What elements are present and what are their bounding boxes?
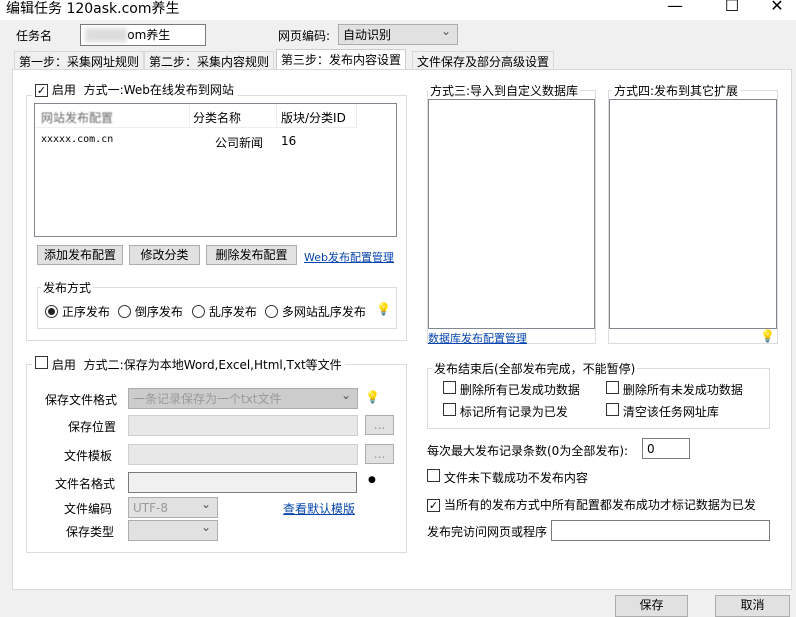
- method2-title: 方式二:保存为本地Word,Excel,Html,Txt等文件: [83, 358, 342, 372]
- method2-header: 启用 方式二:保存为本地Word,Excel,Html,Txt等文件: [32, 356, 345, 373]
- filename-input[interactable]: [128, 472, 357, 493]
- max-records-label: 每次最大发布记录条数(0为全部发布):: [427, 444, 629, 458]
- format-select[interactable]: 一条记录保存为一个txt文件: [128, 386, 358, 409]
- browse-location-button[interactable]: ...: [365, 415, 394, 435]
- method2-enable-checkbox[interactable]: [35, 356, 48, 369]
- tab-step3[interactable]: 第三步：发布内容设置: [276, 49, 407, 70]
- tab-step2[interactable]: 第二步：采集内容规则: [144, 51, 275, 70]
- encoding-label: 网页编码:: [278, 29, 331, 43]
- save-type-label: 保存类型: [66, 525, 115, 539]
- radio-reverse[interactable]: 倒序发布: [118, 303, 183, 320]
- visit-after-input[interactable]: [551, 520, 770, 541]
- encoding-select[interactable]: 自动识别: [338, 22, 458, 45]
- maximize-button[interactable]: ☐: [717, 0, 747, 16]
- delete-failed-option[interactable]: 删除所有未发成功数据: [606, 381, 743, 398]
- checkbox[interactable]: ✓: [427, 499, 440, 512]
- publish-config-list[interactable]: 网站发布配置 分类名称 版块/分类ID xxxxx.com.cn 公司新闻 16: [34, 103, 397, 237]
- radio-label: 多网站乱序发布: [281, 305, 366, 319]
- save-type-select[interactable]: [128, 518, 218, 541]
- radio-button[interactable]: [45, 305, 58, 318]
- save-button[interactable]: 保存: [615, 595, 688, 617]
- delete-config-button[interactable]: 删除发布配置: [206, 245, 297, 265]
- option-label: 标记所有记录为已发: [459, 405, 568, 419]
- option-label: 清空该任务网址库: [622, 405, 719, 419]
- format-label: 保存文件格式: [45, 393, 118, 407]
- option-label: 删除所有未发成功数据: [622, 383, 743, 397]
- help-icon[interactable]: 💡: [760, 329, 775, 343]
- tab-file-save[interactable]: 文件保存及部分高级设置: [412, 51, 555, 70]
- help-icon[interactable]: 💡: [376, 302, 391, 316]
- help-icon[interactable]: 💡: [365, 390, 380, 404]
- checkbox[interactable]: [606, 403, 619, 416]
- database-config-list[interactable]: [428, 99, 595, 329]
- id-cell: 16: [281, 134, 297, 148]
- no-publish-if-download-fail[interactable]: 文件未下载成功不发布内容: [427, 469, 588, 486]
- checkbox[interactable]: [606, 381, 619, 394]
- table-row[interactable]: xxxxx.com.cn 公司新闻 16: [35, 130, 357, 152]
- extension-list[interactable]: [609, 99, 777, 329]
- publish-mode-title: 发布方式: [41, 279, 94, 296]
- task-name-value: om养生: [127, 28, 171, 42]
- mark-when-all-success[interactable]: ✓ 当所有的发布方式中所有配置都发布成功才标记数据为已发: [427, 496, 756, 513]
- close-button[interactable]: ✕: [762, 0, 792, 16]
- radio-label: 倒序发布: [134, 305, 183, 319]
- checkbox[interactable]: [443, 381, 456, 394]
- column-header-site[interactable]: 网站发布配置: [41, 109, 113, 126]
- after-publish-title: 发布结束后(全部发布完成，不能暂停): [432, 360, 638, 377]
- window-title: 编辑任务 120ask.com养生: [6, 1, 180, 17]
- file-encoding-select[interactable]: UTF-8: [128, 495, 218, 518]
- mark-all-sent-option[interactable]: 标记所有记录为已发: [443, 403, 568, 420]
- method3-title: 方式三:导入到自定义数据库: [428, 82, 581, 99]
- radio-button[interactable]: [265, 305, 278, 318]
- option-label: 文件未下载成功不发布内容: [443, 471, 588, 485]
- radio-random[interactable]: 乱序发布: [192, 303, 257, 320]
- task-name-input[interactable]: xxxxxxom养生: [80, 24, 206, 46]
- radio-button[interactable]: [118, 305, 131, 318]
- title-bar: 编辑任务 120ask.com养生 — ☐ ✕: [0, 0, 796, 20]
- method1-title: 方式一:Web在线发布到网站: [83, 83, 234, 97]
- filename-label: 文件名格式: [55, 477, 116, 491]
- method2-enable-label: 启用: [51, 358, 76, 372]
- add-config-button[interactable]: 添加发布配置: [37, 245, 123, 265]
- column-header-id[interactable]: 版块/分类ID: [281, 109, 346, 126]
- cancel-button[interactable]: 取消: [715, 595, 790, 617]
- file-encoding-label: 文件编码: [64, 502, 113, 516]
- option-label: 删除所有已发成功数据: [459, 383, 580, 397]
- database-config-manage-link[interactable]: 数据库发布配置管理: [428, 330, 527, 346]
- radio-button[interactable]: [192, 305, 205, 318]
- visit-after-label: 发布完访问网页或程序: [427, 525, 548, 539]
- list-header: 网站发布配置 分类名称 版块/分类ID: [35, 104, 357, 128]
- web-config-manage-link[interactable]: Web发布配置管理: [304, 249, 394, 265]
- option-label: 当所有的发布方式中所有配置都发布成功才标记数据为已发: [443, 498, 756, 512]
- default-template-link[interactable]: 查看默认模版: [283, 500, 355, 517]
- clear-url-db-option[interactable]: 清空该任务网址库: [606, 403, 719, 420]
- radio-multisite-random[interactable]: 多网站乱序发布: [265, 303, 366, 320]
- browse-template-button[interactable]: ...: [365, 444, 394, 464]
- blurred-text: xxxxxx: [85, 28, 128, 42]
- radio-label: 乱序发布: [208, 305, 257, 319]
- checkbox[interactable]: [443, 403, 456, 416]
- template-label: 文件模板: [64, 449, 113, 463]
- info-icon[interactable]: ●: [368, 475, 376, 485]
- radio-label: 正序发布: [61, 305, 110, 319]
- method1-header: ✓ 启用 方式一:Web在线发布到网站: [32, 81, 237, 98]
- category-cell: 公司新闻: [215, 136, 264, 150]
- location-label: 保存位置: [68, 420, 117, 434]
- radio-ordered[interactable]: 正序发布: [45, 303, 110, 320]
- edit-category-button[interactable]: 修改分类: [129, 245, 200, 265]
- delete-success-option[interactable]: 删除所有已发成功数据: [443, 381, 580, 398]
- method1-enable-label: 启用: [51, 83, 76, 97]
- max-records-input[interactable]: 0: [642, 438, 690, 459]
- method1-enable-checkbox[interactable]: ✓: [35, 84, 48, 97]
- column-header-category[interactable]: 分类名称: [193, 109, 241, 126]
- task-name-label: 任务名: [16, 29, 53, 43]
- site-cell: xxxxx.com.cn: [41, 134, 114, 145]
- tab-step1[interactable]: 第一步：采集网址规则: [14, 51, 145, 70]
- minimize-button[interactable]: —: [660, 0, 690, 16]
- template-input[interactable]: [128, 444, 358, 465]
- checkbox[interactable]: [427, 469, 440, 482]
- method4-title: 方式四:发布到其它扩展: [612, 82, 741, 99]
- location-input[interactable]: [128, 415, 358, 436]
